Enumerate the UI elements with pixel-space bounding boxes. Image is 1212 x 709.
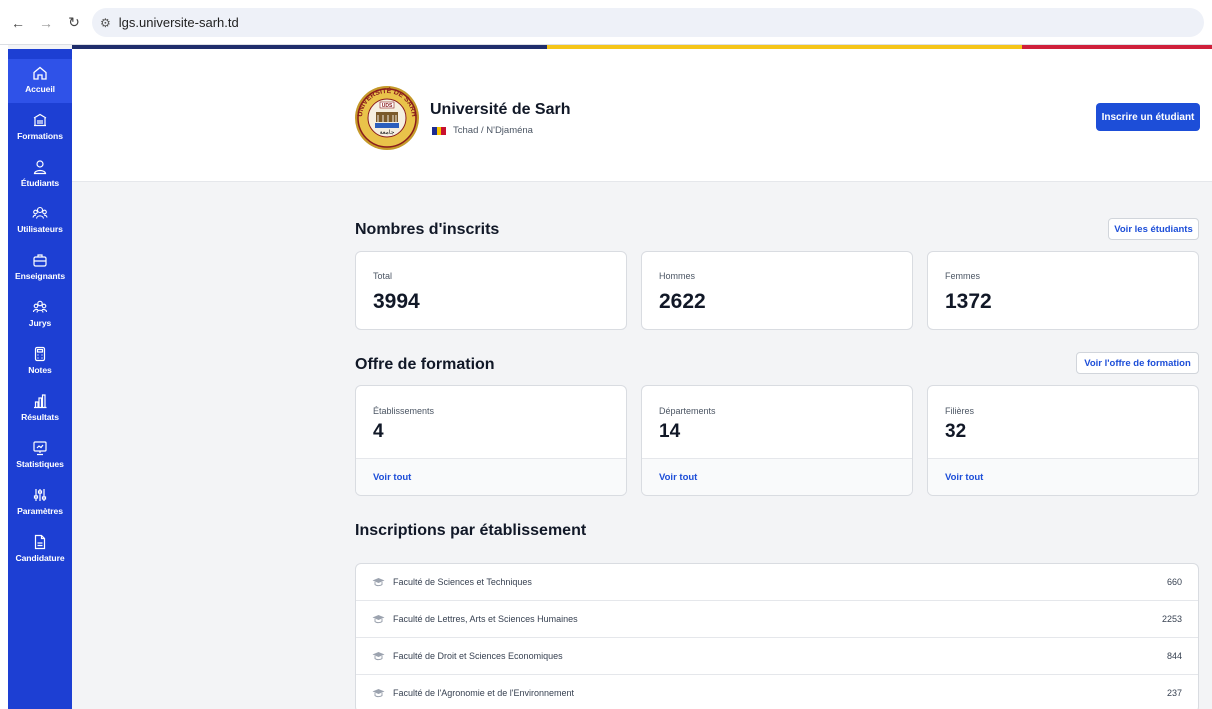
institution-count: 844 [1166, 651, 1182, 661]
stat-label: Femmes [945, 271, 981, 281]
view-offer-button[interactable]: Voir l'offre de formation [1076, 352, 1199, 374]
sidebar-item-etudiants[interactable]: Étudiants [8, 159, 72, 199]
svg-text:جامعة: جامعة [380, 129, 395, 136]
offer-section-title: Offre de formation [355, 356, 495, 373]
users-icon [32, 206, 48, 219]
graduation-cap-icon [372, 689, 385, 698]
stat-value: 2622 [659, 290, 706, 313]
sidebar-item-label: Étudiants [20, 178, 60, 188]
reload-icon[interactable]: ↻ [60, 14, 88, 31]
group-icon [32, 300, 48, 313]
user-icon [33, 160, 47, 175]
sidebar-item-notes[interactable]: Notes [8, 346, 72, 386]
institution-section-title: Inscriptions par établissement [355, 522, 587, 539]
institution-count: 237 [1166, 688, 1182, 698]
svg-text:UDS: UDS [382, 103, 393, 109]
institution-list: Faculté de Sciences et Techniques 660 Fa… [355, 563, 1199, 709]
stat-card-women: Femmes 1372 [927, 251, 1199, 330]
list-item[interactable]: Faculté de Lettres, Arts et Sciences Hum… [356, 601, 1198, 638]
view-all-link[interactable]: Voir tout [945, 472, 983, 483]
offer-label: Filières [945, 406, 975, 416]
chad-flag-icon [432, 126, 447, 135]
sidebar-item-formations[interactable]: Formations [8, 112, 72, 152]
url-text: lgs.universite-sarh.td [118, 15, 239, 30]
graduation-cap-icon [372, 615, 385, 624]
sidebar-item-label: Accueil [25, 84, 55, 94]
view-all-link[interactable]: Voir tout [373, 472, 411, 483]
institution-count: 2253 [1161, 614, 1182, 624]
offer-card-filieres: Filières 32 Voir tout [927, 385, 1199, 496]
stat-label: Hommes [659, 271, 696, 281]
bar-chart-icon [34, 394, 47, 409]
offer-value: 32 [945, 421, 967, 442]
sliders-icon [33, 489, 47, 501]
sidebar-item-label: Utilisateurs [17, 224, 63, 234]
home-icon [33, 66, 47, 80]
offer-label: Départements [659, 406, 716, 416]
university-name: Université de Sarh [430, 101, 571, 118]
institution-name: Faculté de Droit et Sciences Economiques [393, 651, 563, 661]
institution-name: Faculté de l'Agronomie et de l'Environne… [393, 688, 575, 698]
card-footer: Voir tout [928, 458, 1198, 495]
sidebar-item-label: Jurys [28, 318, 52, 328]
list-item[interactable]: Faculté de Droit et Sciences Economiques… [356, 638, 1198, 675]
sidebar-item-jurys[interactable]: Jurys [8, 299, 72, 339]
offer-value: 14 [659, 421, 681, 442]
graduation-cap-icon [372, 652, 385, 661]
institution-name: Faculté de Sciences et Techniques [393, 577, 532, 587]
view-students-button[interactable]: Voir les étudiants [1108, 218, 1199, 240]
briefcase-icon [33, 254, 47, 267]
card-footer: Voir tout [642, 458, 912, 495]
list-item[interactable]: Faculté de Sciences et Techniques 660 [356, 564, 1198, 601]
stat-label: Total [373, 271, 393, 281]
address-bar[interactable]: ⚙ lgs.universite-sarh.td [92, 8, 1204, 37]
sidebar-item-label: Enseignants [15, 271, 65, 281]
sidebar-item-label: Résultats [21, 412, 59, 422]
stat-value: 3994 [373, 290, 420, 313]
offer-value: 4 [373, 421, 384, 442]
list-item[interactable]: Faculté de l'Agronomie et de l'Environne… [356, 675, 1198, 709]
arrow-right-icon[interactable]: → [32, 15, 60, 31]
location-text: Tchad / N'Djaména [453, 125, 533, 136]
stat-card-men: Hommes 2622 [641, 251, 913, 330]
graduation-cap-icon [372, 578, 385, 587]
building-icon [33, 113, 47, 127]
arrow-left-icon[interactable]: ← [4, 15, 32, 31]
sidebar-item-resultats[interactable]: Résultats [8, 393, 72, 433]
university-location: Tchad / N'Djaména [432, 125, 533, 136]
university-logo: UNIVERSITÉ DE SARH UDS جامعة [355, 86, 419, 150]
document-icon [34, 534, 46, 550]
sidebar-item-parametres[interactable]: Paramètres [8, 487, 72, 527]
sidebar: Accueil Formations Étudiants Utilisateur… [8, 49, 72, 709]
enrolled-section-title: Nombres d'inscrits [355, 221, 500, 238]
page-header: UNIVERSITÉ DE SARH UDS جامعة Université … [72, 49, 1212, 182]
stat-value: 1372 [945, 290, 992, 313]
window-edge [0, 45, 8, 709]
site-settings-icon[interactable]: ⚙ [100, 16, 111, 30]
sidebar-item-label: Statistiques [16, 459, 64, 469]
sidebar-item-enseignants[interactable]: Enseignants [8, 252, 72, 292]
offer-card-departements: Départements 14 Voir tout [641, 385, 913, 496]
sidebar-item-accueil[interactable]: Accueil [8, 59, 72, 103]
sidebar-item-candidature[interactable]: Candidature [8, 534, 72, 574]
sidebar-item-label: Paramètres [17, 506, 63, 516]
browser-toolbar: ← → ↻ ⚙ lgs.universite-sarh.td [0, 0, 1212, 45]
institution-name: Faculté de Lettres, Arts et Sciences Hum… [393, 614, 578, 624]
sidebar-item-statistiques[interactable]: Statistiques [8, 440, 72, 480]
view-all-link[interactable]: Voir tout [659, 472, 697, 483]
sidebar-item-label: Notes [28, 365, 52, 375]
sidebar-item-label: Candidature [15, 553, 65, 563]
browser-nav: ← → ↻ [4, 0, 88, 45]
offer-card-etablissements: Établissements 4 Voir tout [355, 385, 627, 496]
presentation-icon [33, 441, 47, 456]
offer-label: Établissements [373, 406, 435, 416]
card-footer: Voir tout [356, 458, 626, 495]
institution-count: 660 [1166, 577, 1182, 587]
sidebar-item-utilisateurs[interactable]: Utilisateurs [8, 205, 72, 245]
sidebar-item-label: Formations [17, 131, 63, 141]
stat-card-total: Total 3994 [355, 251, 627, 330]
calculator-icon [34, 346, 46, 362]
enroll-student-button[interactable]: Inscrire un étudiant [1096, 103, 1200, 131]
